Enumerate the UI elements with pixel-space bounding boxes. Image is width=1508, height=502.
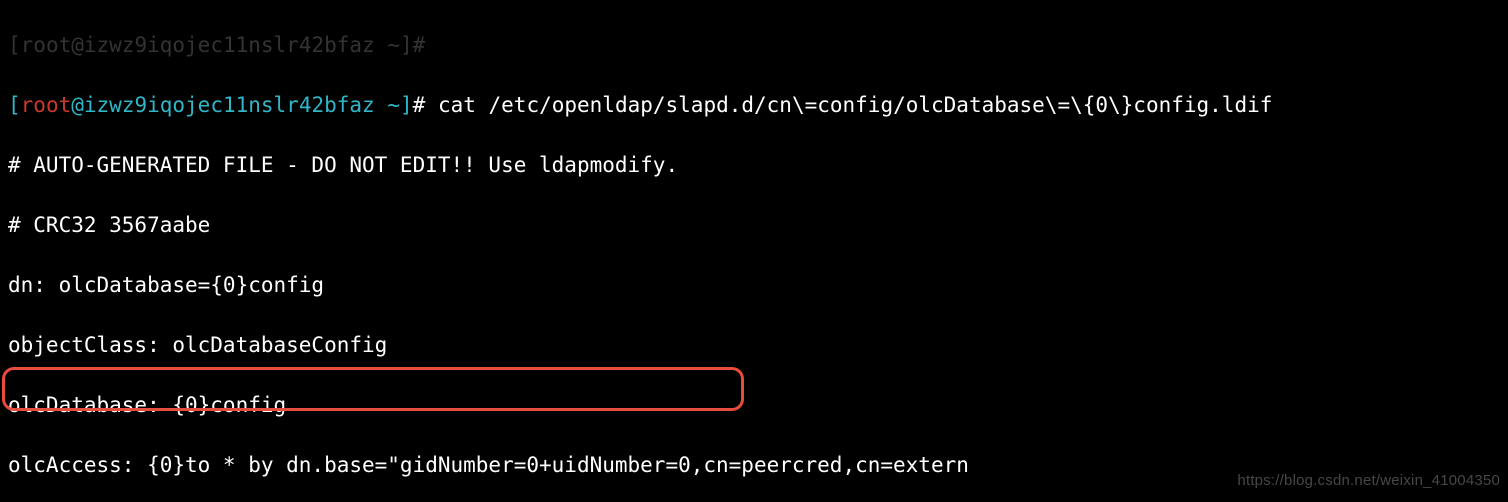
bracket-close: ] xyxy=(400,33,413,57)
output-line: olcDatabase: {0}config xyxy=(8,390,1500,420)
prompt-user: root xyxy=(21,33,72,57)
prompt-dir: ~ xyxy=(375,93,400,117)
command-text: cat /etc/openldap/slapd.d/cn\=config/olc… xyxy=(438,93,1272,117)
prompt-hash: # xyxy=(413,93,438,117)
prompt-user: root xyxy=(21,93,72,117)
prompt-at: @ xyxy=(71,93,84,117)
bracket-open: [ xyxy=(8,93,21,117)
prompt-line-partial: [root@izwz9iqojec11nslr42bfaz ~]# xyxy=(8,30,1500,60)
output-line: # CRC32 3567aabe xyxy=(8,210,1500,240)
prompt-host: izwz9iqojec11nslr42bfaz xyxy=(84,93,375,117)
bracket-open: [ xyxy=(8,33,21,57)
watermark-text: https://blog.csdn.net/weixin_41004350 xyxy=(1237,466,1500,496)
terminal-output[interactable]: [root@izwz9iqojec11nslr42bfaz ~]# [root@… xyxy=(0,0,1508,502)
prompt-at: @ xyxy=(71,33,84,57)
output-line: # AUTO-GENERATED FILE - DO NOT EDIT!! Us… xyxy=(8,150,1500,180)
prompt-line: [root@izwz9iqojec11nslr42bfaz ~]# cat /e… xyxy=(8,90,1500,120)
prompt-hash: # xyxy=(413,33,426,57)
bracket-close: ] xyxy=(400,93,413,117)
prompt-host: izwz9iqojec11nslr42bfaz xyxy=(84,33,375,57)
output-line: dn: olcDatabase={0}config xyxy=(8,270,1500,300)
prompt-dir: ~ xyxy=(375,33,400,57)
output-line: objectClass: olcDatabaseConfig xyxy=(8,330,1500,360)
